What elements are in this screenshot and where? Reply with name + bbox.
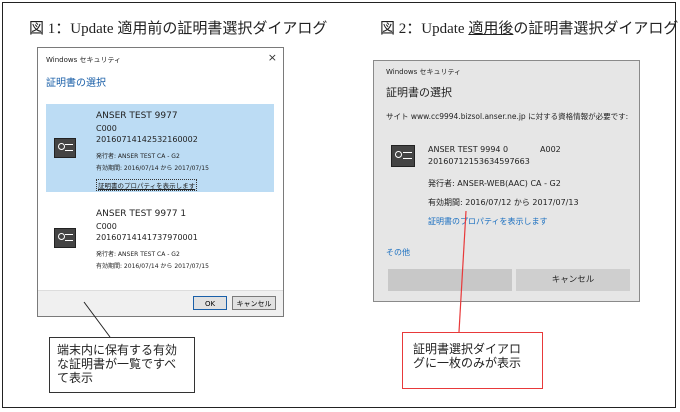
callout2-pointer	[458, 210, 467, 333]
callout-before: 端末内に保有する有効な証明書が一覧ですべて表示	[49, 337, 195, 393]
callout1-pointer	[83, 301, 111, 338]
callout-after: 証明書選択ダイアログに一枚のみが表示	[402, 332, 543, 389]
